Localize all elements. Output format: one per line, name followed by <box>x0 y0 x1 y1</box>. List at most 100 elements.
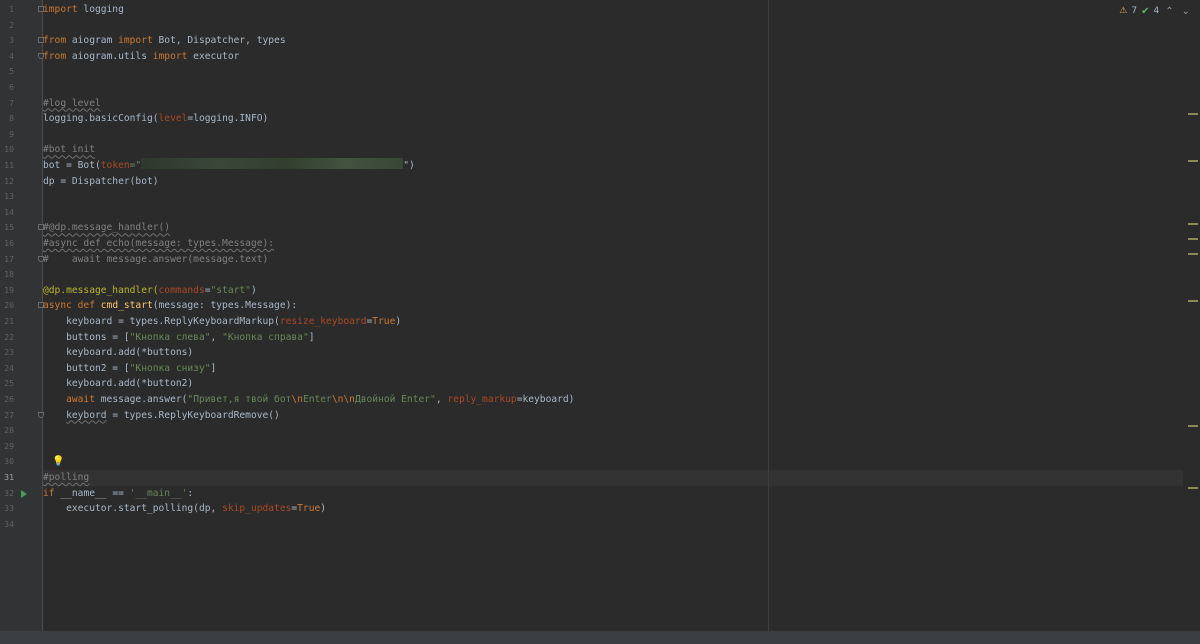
line-number: 19 <box>4 284 14 295</box>
code-line[interactable]: #async def echo(message: types.Message): <box>43 236 274 252</box>
code-line[interactable]: await message.answer("Привет,я твой бот\… <box>43 392 574 408</box>
code-token: True <box>372 316 396 327</box>
line-number: 24 <box>4 362 14 373</box>
code-line[interactable]: #bot init <box>43 142 95 158</box>
code-line[interactable]: import logging <box>43 2 124 18</box>
gutter-line: 18 <box>0 267 42 283</box>
line-number: 21 <box>4 316 14 326</box>
line-number-gutter[interactable]: 1 2 3 4 5 6 7 8 9 10 11 12 13 14 15 16 17 18 19 20 21 22 23 24 2… <box>0 0 44 631</box>
line-number: 1 <box>9 4 14 14</box>
code-token: , <box>435 394 448 405</box>
stripe-marker[interactable] <box>1188 238 1198 240</box>
code-token: async def <box>43 300 101 312</box>
lightbulb-icon[interactable]: 💡 <box>52 454 64 470</box>
code-token: : <box>187 487 194 499</box>
error-stripe[interactable] <box>1184 0 1200 631</box>
code-token: "start" <box>210 284 251 296</box>
line-number: 3 <box>9 35 14 46</box>
line-number: 29 <box>4 440 14 451</box>
code-token: #@dp.message_handler() <box>43 222 171 234</box>
code-line[interactable]: keybord = types.ReplyKeyboardRemove() <box>43 408 280 424</box>
code-token: # await message.answer(message.text) <box>43 253 269 265</box>
gutter-line: 2 <box>0 18 42 34</box>
code-line[interactable]: dp = Dispatcher(bot) <box>43 174 159 190</box>
code-area[interactable]: import logging from aiogram import Bot, D… <box>43 0 1183 631</box>
code-line[interactable]: from aiogram import Bot, Dispatcher, typ… <box>43 33 286 49</box>
stripe-marker[interactable] <box>1188 223 1198 225</box>
code-token: = types.ReplyKeyboardRemove() <box>106 409 280 421</box>
code-line[interactable]: @dp.message_handler(commands="start") <box>43 283 257 299</box>
line-number: 7 <box>9 97 14 108</box>
chevron-up-icon[interactable]: ⌃ <box>1163 6 1175 17</box>
code-line[interactable]: button2 = ["Кнопка снизу"] <box>43 361 216 377</box>
code-token: "Кнопка слева" <box>129 331 211 343</box>
gutter-line: 1 <box>0 2 44 18</box>
code-token: (message: types.Message): <box>152 300 298 312</box>
code-line[interactable]: if __name__ == '__main__': <box>43 486 193 502</box>
code-token: import <box>118 35 153 47</box>
code-line[interactable]: executor.start_polling(dp, skip_updates=… <box>43 501 326 517</box>
code-token: logging.basicConfig( <box>43 113 159 125</box>
code-line[interactable]: bot = Bot(token=" ") <box>43 158 415 174</box>
code-line[interactable]: #log level <box>43 96 101 112</box>
stripe-marker[interactable] <box>1188 487 1198 489</box>
gutter-line: 23 <box>0 345 42 361</box>
code-line[interactable]: logging.basicConfig(level=logging.INFO) <box>43 111 268 127</box>
code-token: from <box>43 35 67 47</box>
code-line[interactable]: async def cmd_start(message: types.Messa… <box>43 298 297 314</box>
code-editor[interactable]: 1 2 3 4 5 6 7 8 9 10 11 12 13 14 15 16 17 18 19 20 21 22 23 24 2… <box>0 0 1200 644</box>
code-token: Двойной Enter" <box>354 394 436 405</box>
horizontal-scrollbar[interactable] <box>0 631 1200 644</box>
code-token: cmd_start <box>100 300 153 312</box>
stripe-marker[interactable] <box>1188 300 1198 302</box>
gutter-line: 15 <box>0 220 44 236</box>
code-token: "Кнопка снизу" <box>129 362 211 374</box>
code-line[interactable]: keyboard = types.ReplyKeyboardMarkup(res… <box>43 314 401 330</box>
gutter-line: 22 <box>0 330 42 346</box>
code-token: skip_updates <box>222 503 292 515</box>
gutter-line: 6 <box>0 80 42 96</box>
code-token: ) <box>250 284 257 296</box>
code-line[interactable]: buttons = ["Кнопка слева", "Кнопка справ… <box>43 330 315 346</box>
line-number: 30 <box>4 456 14 467</box>
code-token: #polling <box>43 472 90 483</box>
code-token: level <box>158 113 188 125</box>
line-number: 17 <box>4 253 14 264</box>
code-token: #log level <box>43 97 101 109</box>
line-number: 16 <box>4 238 14 248</box>
code-line[interactable]: keyboard.add(*button2) <box>43 376 193 392</box>
code-token: , <box>210 331 223 343</box>
code-line[interactable]: # await message.answer(message.text) <box>43 252 268 268</box>
code-token: __name__ == <box>54 487 130 499</box>
code-token: reply_markup <box>447 394 517 405</box>
code-token: ] <box>210 362 217 374</box>
code-token: Enter <box>302 394 332 405</box>
redacted-token <box>141 158 404 169</box>
gutter-line: 7 <box>0 96 42 112</box>
stripe-marker[interactable] <box>1188 113 1198 115</box>
run-icon[interactable] <box>21 489 27 498</box>
stripe-marker[interactable] <box>1188 253 1198 255</box>
code-line[interactable]: #@dp.message_handler() <box>43 220 170 236</box>
code-token: "Кнопка справа" <box>222 331 309 343</box>
warning-icon: ⚠ <box>1119 6 1128 16</box>
line-number: 33 <box>4 503 14 514</box>
gutter-line: 29 <box>0 439 42 455</box>
stripe-marker[interactable] <box>1188 425 1198 427</box>
code-line[interactable]: from aiogram.utils import executor <box>43 49 239 65</box>
gutter-line: 16 <box>0 236 42 252</box>
code-line[interactable]: keyboard.add(*buttons) <box>43 345 193 361</box>
code-token: executor.start_polling(dp, <box>43 503 223 515</box>
code-line[interactable]: #polling <box>43 470 89 486</box>
code-token: keybord <box>66 409 107 421</box>
gutter-line: 12 <box>0 174 42 190</box>
code-token: ] <box>308 331 315 343</box>
inspection-widget[interactable]: ⚠ 7 ✔ 4 ⌃ ⌄ <box>1119 4 1192 18</box>
gutter-line: 31 <box>0 470 42 486</box>
code-token: ") <box>403 160 415 171</box>
line-number: 27 <box>4 409 14 420</box>
stripe-marker[interactable] <box>1188 160 1198 162</box>
code-token: resize_keyboard <box>279 316 367 327</box>
code-token: \n <box>291 394 303 405</box>
